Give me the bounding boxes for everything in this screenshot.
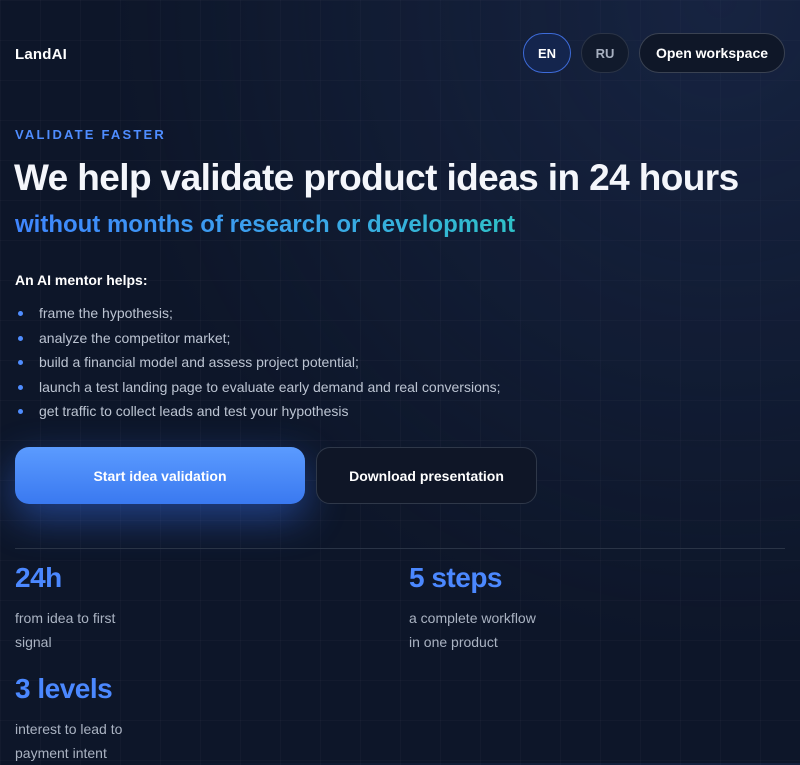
stat-card: 24h from idea to first signal xyxy=(15,562,155,654)
download-presentation-button[interactable]: Download presentation xyxy=(316,447,537,504)
mentor-heading: An AI mentor helps: xyxy=(15,272,148,288)
page-subtitle: without months of research or developmen… xyxy=(15,211,516,238)
bullet-dot-icon xyxy=(18,409,23,414)
list-item-text: launch a test landing page to evaluate e… xyxy=(39,378,501,395)
list-item: launch a test landing page to evaluate e… xyxy=(15,375,501,400)
stat-card: 3 levels interest to lead to payment int… xyxy=(15,673,155,765)
list-item: build a financial model and assess proje… xyxy=(15,350,501,375)
stat-description: interest to lead to payment intent xyxy=(15,721,123,761)
stat-card: 5 steps a complete workflow in one produ… xyxy=(409,562,549,654)
list-item-text: get traffic to collect leads and test yo… xyxy=(39,403,349,419)
stat-description: from idea to first signal xyxy=(15,610,116,650)
list-item: get traffic to collect leads and test yo… xyxy=(15,399,501,424)
list-item-text: build a financial model and assess proje… xyxy=(39,354,359,370)
bullet-dot-icon xyxy=(18,384,23,390)
list-item: frame the hypothesis; xyxy=(15,301,501,326)
eyebrow-label: VALIDATE FASTER xyxy=(15,127,166,142)
page-title: We help validate product ideas in 24 hou… xyxy=(14,157,739,198)
header-nav: EN RU Open workspace xyxy=(523,33,785,73)
stat-value: 5 steps xyxy=(409,562,503,593)
bullet-dot-icon xyxy=(18,335,23,341)
benefits-list: frame the hypothesis; analyze the compet… xyxy=(15,301,501,424)
stat-value: 24h xyxy=(15,562,62,593)
lang-ru-button[interactable]: RU xyxy=(581,33,629,73)
stat-value: 3 levels xyxy=(15,673,113,704)
section-divider xyxy=(15,548,785,549)
bullet-dot-icon xyxy=(18,311,23,316)
open-workspace-button[interactable]: Open workspace xyxy=(639,33,785,73)
logo[interactable]: LandAI xyxy=(15,46,67,63)
lang-en-button[interactable]: EN xyxy=(523,33,571,73)
list-item-text: analyze the competitor market; xyxy=(39,329,231,346)
list-item-text: frame the hypothesis; xyxy=(39,305,173,321)
bullet-dot-icon xyxy=(18,360,23,365)
stat-description: a complete workflow in one product xyxy=(409,610,536,650)
start-validation-button[interactable]: Start idea validation xyxy=(15,447,305,504)
site-header: LandAI EN RU Open workspace xyxy=(0,0,800,110)
list-item: analyze the competitor market; xyxy=(15,326,501,351)
